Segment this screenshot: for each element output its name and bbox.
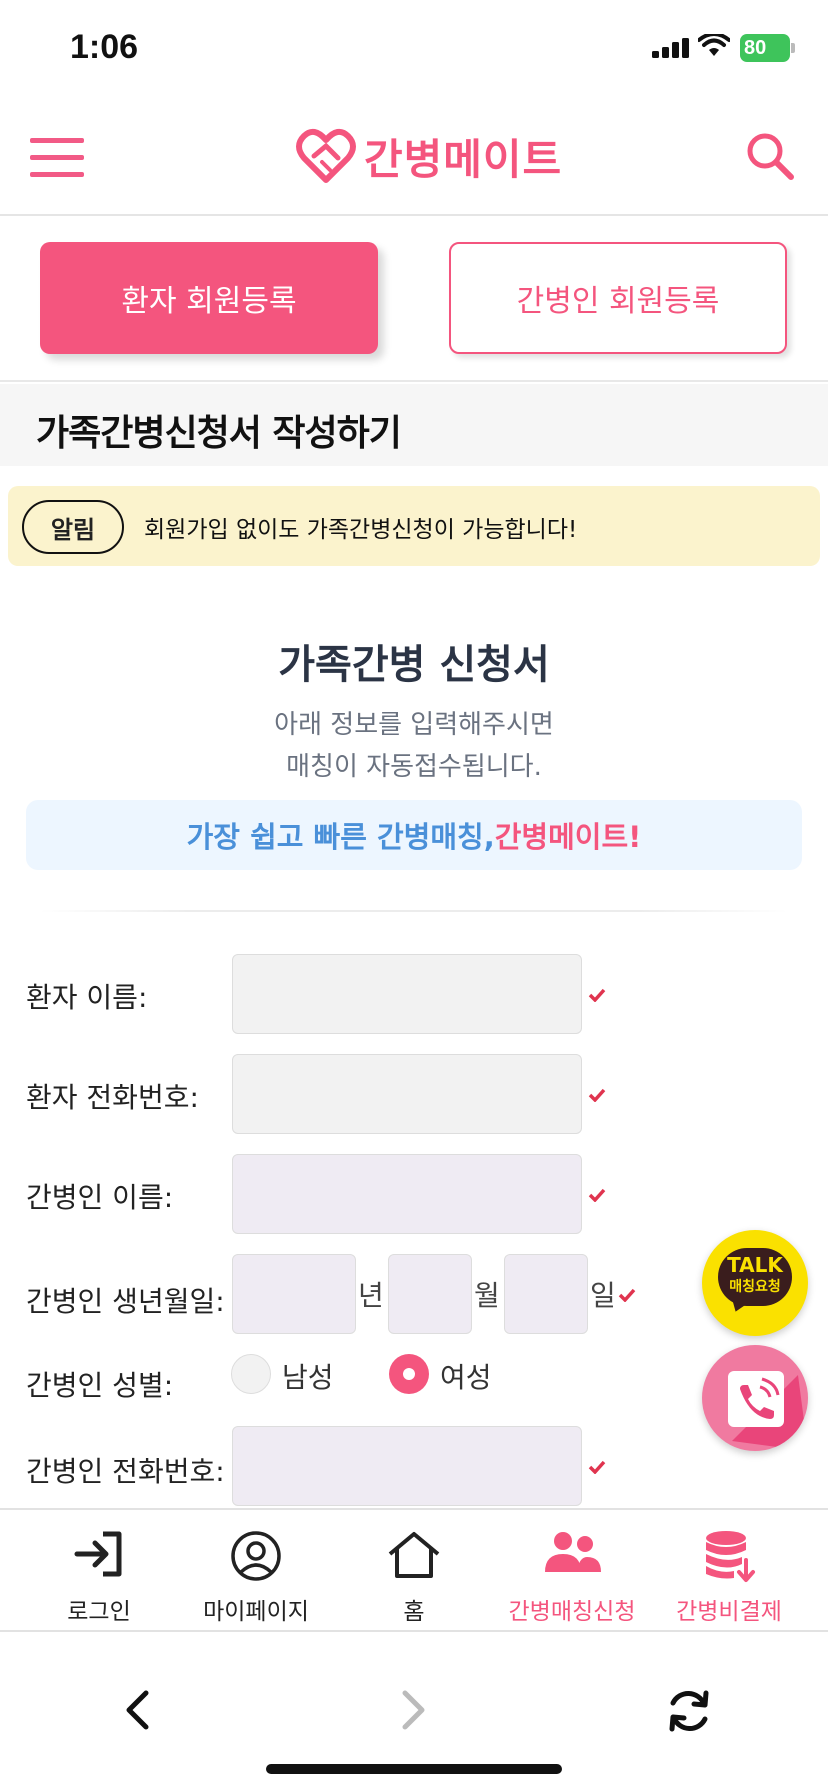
nav-label-payment: 간병비결제 (676, 1599, 782, 1625)
user-circle-icon (231, 1531, 281, 1581)
refresh-icon[interactable] (666, 1688, 712, 1734)
home-icon (388, 1532, 440, 1578)
required-check-icon (588, 1460, 606, 1474)
kakao-talk-button[interactable]: TALK 매칭요청 (702, 1230, 808, 1336)
battery-cap (791, 43, 795, 53)
form-title: 가족간병 신청서 (278, 642, 550, 688)
notice-badge: 알림 (22, 500, 124, 554)
talk-bubble: TALK 매칭요청 (718, 1248, 792, 1306)
login-icon (74, 1531, 122, 1577)
database-download-icon (706, 1531, 755, 1582)
notice-text: 회원가입 없이도 가족간병신청이 가능합니다! (144, 517, 578, 543)
birth-month-unit: 월 (474, 1279, 500, 1312)
notice-box: 알림 회원가입 없이도 가족간병신청이 가능합니다! (8, 486, 820, 566)
gender-female-radio[interactable] (389, 1354, 429, 1394)
page-title: 가족간병신청서 작성하기 (36, 413, 402, 454)
signal-icon (652, 38, 689, 58)
form-description-line1: 아래 정보를 입력해주시면 (274, 710, 554, 740)
nav-item-mypage[interactable]: 마이페이지 (176, 1510, 336, 1634)
gender-male-radio[interactable] (231, 1354, 271, 1394)
required-check-icon (588, 988, 606, 1002)
birth-day-input[interactable] (504, 1254, 588, 1334)
search-icon[interactable] (744, 130, 796, 182)
nav-label-mypage: 마이페이지 (203, 1599, 309, 1625)
status-time: 1:06 (70, 28, 139, 66)
patient-name-input[interactable] (232, 954, 582, 1034)
phone-call-button[interactable] (702, 1345, 808, 1451)
nav-item-login[interactable]: 로그인 (19, 1510, 179, 1634)
section-divider (40, 910, 788, 912)
caregiver-name-label: 간병인 이름: (26, 1181, 174, 1214)
birth-year-unit: 년 (358, 1279, 384, 1312)
gender-male-label[interactable]: 남성 (282, 1356, 334, 1396)
bottom-navigation: 로그인 마이페이지 홈 간병매칭신청 간병비결제 (0, 1508, 828, 1632)
phone-call-icon (728, 1371, 808, 1451)
required-check-icon (588, 1188, 606, 1202)
nav-label-home: 홈 (403, 1599, 425, 1625)
patient-phone-label: 환자 전화번호: (26, 1081, 199, 1114)
registration-area: 환자 회원등록 간병인 회원등록 (0, 216, 828, 382)
caregiver-gender-label: 간병인 성별: (26, 1369, 174, 1402)
page-title-bar: 가족간병신청서 작성하기 (0, 384, 828, 466)
users-icon (545, 1532, 601, 1572)
heart-handshake-icon (296, 128, 356, 183)
nav-label-matching: 간병매칭신청 (508, 1599, 636, 1625)
caregiver-register-button[interactable]: 간병인 회원등록 (449, 242, 787, 354)
patient-phone-input[interactable] (232, 1054, 582, 1134)
banner-text-pink: 간병메이트! (494, 820, 642, 854)
wifi-icon (698, 34, 730, 56)
caregiver-phone-label: 간병인 전화번호: (26, 1455, 225, 1488)
birth-month-input[interactable] (388, 1254, 472, 1334)
talk-sublabel: 매칭요청 (729, 1279, 781, 1295)
form-description-line2: 매칭이 자동접수됩니다. (286, 752, 542, 782)
required-check-icon (618, 1288, 636, 1302)
required-check-icon (588, 1088, 606, 1102)
birth-day-unit: 일 (590, 1279, 616, 1312)
app-header: 간병메이트 (0, 100, 828, 216)
nav-item-home[interactable]: 홈 (334, 1510, 494, 1634)
patient-register-button[interactable]: 환자 회원등록 (40, 242, 378, 354)
gender-female-label[interactable]: 여성 (440, 1356, 492, 1396)
patient-name-label: 환자 이름: (26, 981, 148, 1014)
nav-label-login: 로그인 (67, 1599, 131, 1625)
back-arrow-icon[interactable] (124, 1690, 150, 1730)
hamburger-menu-icon[interactable] (30, 138, 84, 178)
banner-text-blue: 가장 쉽고 빠른 간병매칭, (186, 820, 495, 854)
caregiver-phone-input[interactable] (232, 1426, 582, 1506)
talk-label: TALK (727, 1253, 783, 1277)
forward-arrow-icon[interactable] (401, 1690, 427, 1730)
battery-level: 80 (744, 37, 767, 59)
nav-item-matching[interactable]: 간병매칭신청 (492, 1510, 652, 1634)
nav-item-payment[interactable]: 간병비결제 (649, 1510, 809, 1634)
home-indicator (266, 1764, 562, 1774)
logo-text: 간병메이트 (364, 134, 563, 184)
caregiver-name-input[interactable] (232, 1154, 582, 1234)
app-logo[interactable]: 간병메이트 (296, 124, 562, 188)
birth-year-input[interactable] (232, 1254, 356, 1334)
battery-icon: 80 (740, 34, 790, 62)
caregiver-birth-label: 간병인 생년월일: (26, 1285, 225, 1318)
status-bar: 1:06 80 (0, 0, 828, 100)
promo-banner: 가장 쉽고 빠른 간병매칭, 간병메이트! (26, 800, 802, 870)
